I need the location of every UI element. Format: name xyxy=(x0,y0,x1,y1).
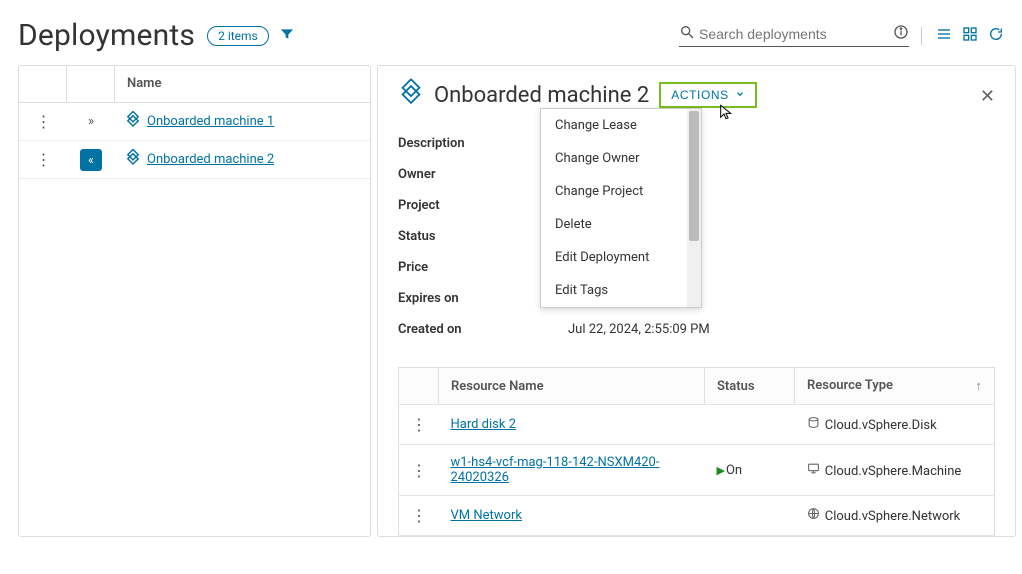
menu-edit-deployment[interactable]: Edit Deployment xyxy=(541,241,701,274)
search-input-wrap[interactable] xyxy=(679,24,909,47)
name-column-header[interactable]: Name xyxy=(115,66,370,102)
divider xyxy=(921,27,922,45)
grid-view-icon[interactable] xyxy=(962,26,978,46)
info-icon[interactable] xyxy=(893,24,909,44)
menu-edit-tags[interactable]: Edit Tags xyxy=(541,274,701,307)
menu-change-lease[interactable]: Change Lease xyxy=(541,109,701,142)
search-input[interactable] xyxy=(695,24,893,44)
expand-icon[interactable]: » xyxy=(88,114,94,129)
row-menu-icon[interactable]: ⋮ xyxy=(36,150,51,169)
col-status[interactable]: Status xyxy=(705,368,795,405)
resource-type: Cloud.vSphere.Machine xyxy=(825,464,962,479)
deployment-list-panel: Name ⋮ » Onboarded machine 1 ⋮ « Onboard… xyxy=(18,65,371,537)
cursor-icon xyxy=(718,104,734,124)
refresh-icon[interactable] xyxy=(988,26,1004,46)
resource-link[interactable]: w1-hs4-vcf-mag-118-142-NSXM420-24020326 xyxy=(451,455,660,485)
item-count-badge: 2 items xyxy=(207,26,269,46)
label-created: Created on xyxy=(398,322,568,337)
resource-type: Cloud.vSphere.Disk xyxy=(825,418,937,433)
filter-icon[interactable] xyxy=(279,26,295,46)
power-on-icon: ▶ xyxy=(717,464,725,477)
deployment-icon xyxy=(124,111,142,133)
row-menu-icon[interactable]: ⋮ xyxy=(411,415,426,434)
search-icon xyxy=(679,24,695,44)
row-menu-icon[interactable]: ⋮ xyxy=(411,506,426,525)
menu-change-project[interactable]: Change Project xyxy=(541,175,701,208)
menu-change-owner[interactable]: Change Owner xyxy=(541,142,701,175)
table-row: ⋮ w1-hs4-vcf-mag-118-142-NSXM420-2402032… xyxy=(399,445,995,496)
resources-table: Resource Name Status Resource Type↑ ⋮ Ha… xyxy=(398,367,995,536)
deployment-icon xyxy=(397,79,426,112)
close-icon[interactable]: ✕ xyxy=(980,86,995,107)
chevron-down-icon xyxy=(735,88,745,102)
resource-status: ▶On xyxy=(705,445,795,496)
resource-status xyxy=(705,405,795,445)
col-resource-name[interactable]: Resource Name xyxy=(439,368,705,405)
actions-dropdown: Change Lease Change Owner Change Project… xyxy=(540,108,702,308)
menu-delete[interactable]: Delete xyxy=(541,208,701,241)
actions-label: ACTIONS xyxy=(671,88,729,102)
collapse-icon[interactable]: « xyxy=(80,149,102,171)
deployment-icon xyxy=(124,149,142,171)
machine-icon xyxy=(807,464,823,479)
actions-button[interactable]: ACTIONS xyxy=(659,82,757,108)
row-menu-icon[interactable]: ⋮ xyxy=(411,461,426,480)
detail-title: Onboarded machine 2 xyxy=(434,83,649,108)
list-view-icon[interactable] xyxy=(936,26,952,46)
deployment-link[interactable]: Onboarded machine 2 xyxy=(147,152,274,167)
resource-link[interactable]: Hard disk 2 xyxy=(451,417,517,432)
table-row: ⋮ VM Network Cloud.vSphere.Network xyxy=(399,496,995,536)
page-title: Deployments xyxy=(18,18,195,53)
resource-link[interactable]: VM Network xyxy=(451,508,522,523)
scrollbar[interactable] xyxy=(687,109,701,307)
deployment-link[interactable]: Onboarded machine 1 xyxy=(147,114,274,129)
network-icon xyxy=(807,509,823,524)
list-item[interactable]: ⋮ » Onboarded machine 1 xyxy=(19,103,370,141)
col-resource-type[interactable]: Resource Type↑ xyxy=(795,368,995,405)
value-created: Jul 22, 2024, 2:55:09 PM xyxy=(568,322,710,337)
list-item[interactable]: ⋮ « Onboarded machine 2 xyxy=(19,141,370,179)
resource-type: Cloud.vSphere.Network xyxy=(825,509,961,524)
sort-arrow-icon: ↑ xyxy=(976,378,983,394)
disk-icon xyxy=(807,418,823,433)
table-row: ⋮ Hard disk 2 Cloud.vSphere.Disk xyxy=(399,405,995,445)
row-menu-icon[interactable]: ⋮ xyxy=(36,112,51,131)
resource-status xyxy=(705,496,795,536)
